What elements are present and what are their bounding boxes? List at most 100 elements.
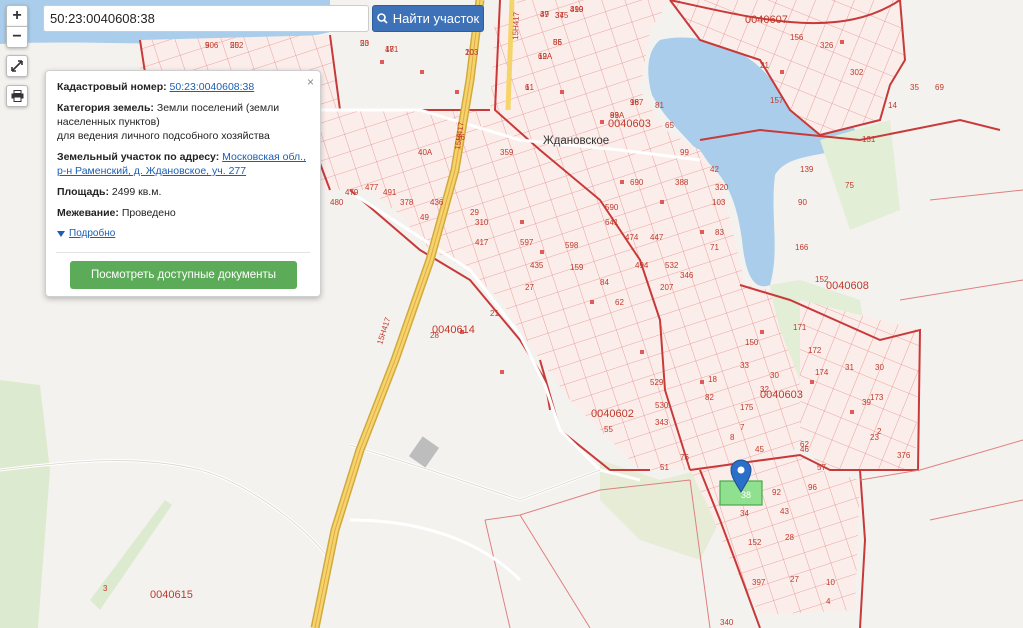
survey-value: Проведено: [121, 207, 176, 219]
find-parcel-label: Найти участок: [392, 11, 480, 26]
parcel-number: 18: [708, 375, 717, 384]
parcel-number: 42: [710, 165, 719, 174]
zoom-out-button[interactable]: −: [6, 26, 28, 48]
close-icon[interactable]: ×: [307, 75, 314, 89]
parcel-number: 49: [420, 213, 429, 222]
details-toggle[interactable]: Подробно: [57, 227, 115, 241]
quarter-label: 0040602: [591, 408, 634, 420]
parcel-number: 71: [710, 243, 719, 252]
zoom-in-button[interactable]: +: [6, 5, 28, 27]
parcel-number: 156: [790, 33, 804, 42]
parcel-number: 490: [570, 5, 584, 14]
minus-icon: −: [12, 28, 22, 45]
parcel-number: 310: [475, 218, 489, 227]
parcel-number: 29: [470, 208, 479, 217]
parcel-number: 45: [755, 445, 764, 454]
parcel-number: 81: [655, 101, 664, 110]
parcel-number: 37: [555, 11, 564, 20]
parcel-number: 376: [897, 451, 911, 460]
parcel-number: 529: [650, 378, 664, 387]
parcel-number: 84: [600, 278, 609, 287]
parcel-number: 152: [748, 538, 762, 547]
parcel-number: 302: [850, 68, 864, 77]
fullscreen-button[interactable]: [6, 55, 28, 77]
parcel-number: 46: [800, 445, 809, 454]
parcel-number: 173: [870, 393, 884, 402]
parcel-number: 55: [604, 425, 613, 434]
parcel-number: 597: [520, 238, 534, 247]
parcel-number: 99: [680, 148, 689, 157]
parcel-number: 174: [815, 368, 829, 377]
parcel-number: 152: [815, 275, 829, 284]
parcel-number: 28: [785, 533, 794, 542]
parcel-number: 479: [345, 188, 359, 197]
parcel-number: 378: [400, 198, 414, 207]
parcel-number: 598: [565, 241, 579, 250]
parcel-number: 83: [715, 228, 724, 237]
print-button[interactable]: [6, 85, 28, 107]
survey-label: Межевание:: [57, 207, 119, 219]
parcel-number: 175: [740, 403, 754, 412]
cadastral-search-input[interactable]: [43, 5, 369, 32]
selected-parcel-label: 38: [741, 490, 751, 500]
parcel-number: 35: [910, 83, 919, 92]
parcel-number: 36: [456, 133, 465, 142]
parcel-number: 92: [772, 488, 781, 497]
parcel-number: 3: [103, 584, 108, 593]
parcel-number: 494: [635, 261, 649, 270]
parcel-number: 1: [525, 83, 530, 92]
parcel-number: 90: [798, 198, 807, 207]
parcel-number: 320: [715, 183, 729, 192]
parcel-number: 39: [862, 398, 871, 407]
parcel-number: 98: [630, 98, 639, 107]
parcel-number: 207: [660, 283, 674, 292]
parcel-number: 51: [660, 463, 669, 472]
parcel-number: 57: [817, 463, 826, 472]
quarter-label: 0040607: [745, 14, 788, 26]
parcel-number: 397: [752, 578, 766, 587]
find-parcel-button[interactable]: Найти участок: [372, 5, 484, 32]
divider: [56, 252, 310, 253]
parcel-number: 326: [820, 41, 834, 50]
parcel-number: 641: [605, 218, 619, 227]
parcel-number: 23: [870, 433, 879, 442]
village-label: Ждановское: [543, 135, 609, 147]
parcel-info-popup: × Кадастровый номер: 50:23:0040608:38 Ка…: [45, 70, 321, 297]
parcel-number: 9: [205, 41, 210, 50]
parcel-number: 477: [365, 183, 379, 192]
parcel-number: 166: [795, 243, 809, 252]
parcel-number: 25: [230, 41, 239, 50]
parcel-number: 27: [525, 283, 534, 292]
area-label: Площадь:: [57, 186, 109, 198]
view-documents-button[interactable]: Посмотреть доступные документы: [70, 261, 297, 289]
parcel-number: 31: [845, 363, 854, 372]
cadastral-number-link[interactable]: 50:23:0040608:38: [170, 81, 255, 93]
details-link: Подробно: [69, 228, 116, 239]
parcel-number: 34: [740, 509, 749, 518]
parcel-number: 474: [625, 233, 639, 242]
parcel-number: 139: [800, 165, 814, 174]
parcel-number: 480: [330, 198, 344, 207]
parcel-number: 447: [650, 233, 664, 242]
parcel-number: 417: [475, 238, 489, 247]
quarter-label: 0040608: [826, 280, 869, 292]
parcel-number: 172: [808, 346, 822, 355]
parcel-number: 10: [465, 48, 474, 57]
parcel-number: 43: [780, 507, 789, 516]
parcel-number: 93: [610, 111, 619, 120]
parcel-number: 14: [888, 101, 897, 110]
parcel-number: 20: [360, 39, 369, 48]
parcel-number: 62: [615, 298, 624, 307]
cadastral-number-label: Кадастровый номер:: [57, 81, 167, 93]
parcel-number: 436: [430, 198, 444, 207]
parcel-number: 75: [845, 181, 854, 190]
parcel-number: 150: [745, 338, 759, 347]
parcel-number: 65: [665, 121, 674, 130]
land-category-label: Категория земель:: [57, 102, 154, 114]
parcel-number: 388: [675, 178, 689, 187]
parcel-number: 30: [875, 363, 884, 372]
quarter-label: 0040615: [150, 589, 193, 601]
parcel-number: 21: [490, 309, 499, 318]
parcel-number: 69: [935, 83, 944, 92]
parcel-number: 10: [826, 578, 835, 587]
